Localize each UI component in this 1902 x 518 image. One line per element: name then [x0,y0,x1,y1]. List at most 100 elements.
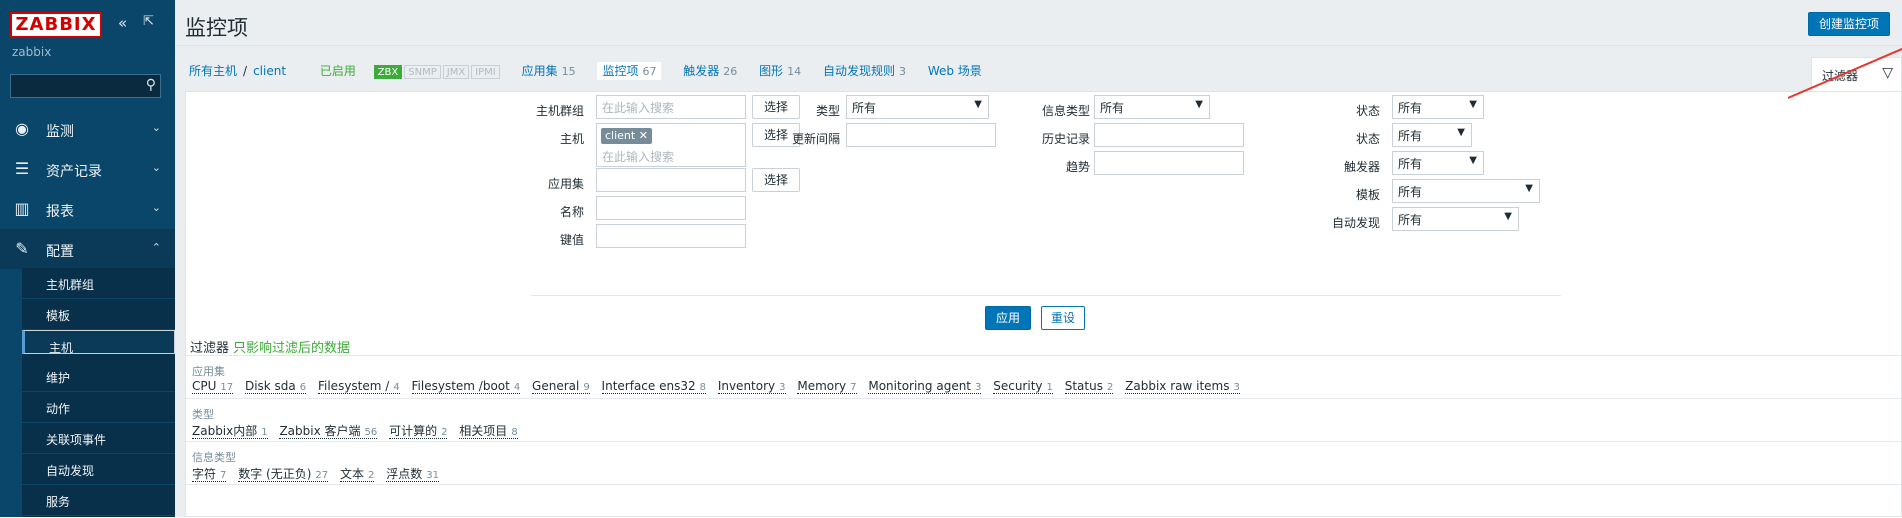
subfilter-item[interactable]: Disk sda 6 [244,379,307,394]
tab-web-scenarios[interactable]: Web 场景 [928,64,982,78]
application-input[interactable] [596,168,746,192]
chevron-down-icon: ▼ [1525,183,1533,194]
application-label: 应用集 [547,177,584,191]
all-hosts-link[interactable]: 所有主机 [189,64,237,78]
subfilter-item[interactable]: CPU 17 [192,379,234,394]
triggers-label: 触发器 [1343,160,1380,174]
menu-configuration[interactable]: ✎ 配置 ⌃ [0,229,175,269]
submenu-maintenance[interactable]: 维护 [22,361,175,392]
sidebar-search-input[interactable]: ⚲ [10,74,161,98]
subfilter-item[interactable]: Filesystem /4 [317,379,400,394]
submenu-host-groups[interactable]: 主机群组 [22,268,175,299]
submenu-discovery[interactable]: 自动发现 [22,454,175,485]
apply-button[interactable]: 应用 [985,306,1032,330]
item-label: Interface ens32 [601,379,696,393]
collapse-sidebar-icon[interactable]: « [118,14,127,32]
menu-inventory[interactable]: ☰ 资产记录 ⌄ [0,149,175,189]
submenu-hosts[interactable]: 主机 [22,330,175,355]
menu-reports[interactable]: ▥ 报表 ⌄ [0,189,175,229]
subfilter-item[interactable]: 浮点数 31 [386,467,439,482]
subfilter-item[interactable]: Zabbix 客户端 56 [279,424,378,439]
type-value: 所有 [852,101,877,115]
info-type-select[interactable]: 所有 ▼ [1094,95,1210,119]
remove-chip-icon[interactable]: ✕ [639,129,648,142]
item-count: 8 [511,427,518,438]
subfilter-item[interactable]: Status 2 [1064,379,1114,394]
item-label: Security [993,379,1043,393]
search-icon[interactable]: ⚲ [146,77,156,93]
subfilter-item[interactable]: 可计算的 2 [389,424,448,439]
server-name: zabbix [12,45,52,59]
status-enabled[interactable]: 已启用 [320,64,356,78]
item-label: 浮点数 [386,467,423,481]
name-input[interactable] [596,196,746,220]
submenu-label: 维护 [46,371,71,385]
subfilter-item[interactable]: 数字 (无正负) 27 [238,467,329,482]
submenu-actions[interactable]: 动作 [22,392,175,423]
host-input[interactable]: client ✕ 在此输入搜索 [596,123,746,167]
filter-panel: 主机群组 在此输入搜索 选择 主机 client ✕ 在此输入搜索 选择 应用集… [185,91,1902,517]
menu-label: 配置 [46,244,74,260]
submenu-services[interactable]: 服务 [22,485,175,516]
page-title: 监控项 [185,16,248,40]
tab-discovery-rules[interactable]: 自动发现规则 3 [823,64,906,78]
subfilter-item[interactable]: 文本 2 [339,467,375,482]
kiosk-mode-icon[interactable]: ⇱ [143,14,154,29]
subfilter-item[interactable]: 字符 7 [192,467,227,482]
chevron-down-icon: ▼ [974,99,982,110]
host-chip-label: client [605,129,636,142]
jmx-availability-badge: JMX [442,65,470,79]
host-link[interactable]: client [253,64,286,78]
subfilter-item[interactable]: Monitoring agent 3 [868,379,982,394]
menu-label: 报表 [46,204,74,220]
status-select[interactable]: 所有 ▼ [1392,123,1472,147]
item-label: General [532,379,580,393]
type-select[interactable]: 所有 ▼ [846,95,989,119]
item-label: Filesystem / [317,379,390,393]
history-input[interactable] [1094,123,1244,147]
update-interval-input[interactable] [846,123,996,147]
tab-label: 自动发现规则 [822,64,895,78]
state-value: 所有 [1398,101,1423,115]
subfilter-item[interactable]: Zabbix raw items 3 [1125,379,1240,394]
triggers-select[interactable]: 所有 ▼ [1392,151,1484,175]
subfilter-item[interactable]: Inventory 3 [717,379,786,394]
submenu-templates[interactable]: 模板 [22,299,175,330]
status-value: 所有 [1398,129,1423,143]
tab-label: 监控项 [602,64,639,78]
subfilter-types: 类型 Zabbix内部 1 Zabbix 客户端 56 可计算的 2 相关项目 8 [186,398,1901,441]
subfilter-item[interactable]: Filesystem /boot 4 [411,379,521,394]
subfilter-item[interactable]: Security 1 [993,379,1053,394]
host-chip: client ✕ [601,128,652,144]
subfilter-applications: 应用集 CPU 17 Disk sda 6 Filesystem /4 Filesy… [186,355,1901,398]
item-count: 2 [441,427,448,438]
tab-items[interactable]: 监控项 67 [597,62,662,80]
host-group-input[interactable]: 在此输入搜索 [596,95,746,119]
tab-triggers[interactable]: 触发器 26 [683,64,737,78]
template-select[interactable]: 所有 ▼ [1392,179,1540,203]
item-count: 2 [367,470,375,481]
submenu-correlation[interactable]: 关联项事件 [22,423,175,454]
subfilter-item[interactable]: Interface ens32 8 [601,379,706,394]
discovery-value: 所有 [1398,213,1423,227]
host-label: 主机 [559,132,584,146]
section-heading: 信息类型 [192,451,236,464]
key-input[interactable] [596,224,746,248]
item-label: Disk sda [244,379,296,393]
zabbix-logo[interactable]: ZABBIX [10,12,102,38]
trends-label: 趋势 [1065,160,1090,174]
subfilter-item[interactable]: Zabbix内部 1 [192,424,268,439]
tab-count: 3 [898,65,906,78]
tab-applications[interactable]: 应用集 15 [522,64,576,78]
trends-input[interactable] [1094,151,1244,175]
reset-button[interactable]: 重设 [1041,306,1086,330]
subfilter-item[interactable]: General 9 [532,379,590,394]
tab-graphs[interactable]: 图形 14 [759,64,801,78]
discovery-select[interactable]: 所有 ▼ [1392,207,1519,231]
subfilter-item[interactable]: 相关项目 8 [459,424,518,439]
state-select[interactable]: 所有 ▼ [1392,95,1484,119]
subfilter-item[interactable]: Memory 7 [797,379,857,394]
snmp-availability-badge: SNMP [404,65,441,79]
application-select-button[interactable]: 选择 [752,168,800,192]
menu-monitoring[interactable]: ◉ 监测 ⌄ [0,109,175,149]
